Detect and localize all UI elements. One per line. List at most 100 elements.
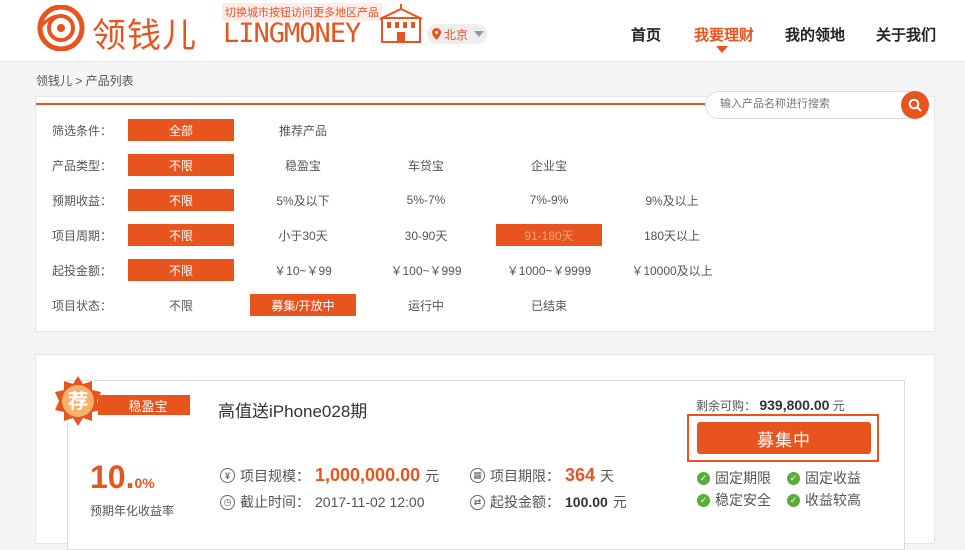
divider bbox=[36, 103, 756, 105]
feature-fixed-term: ✓ 固定期限 bbox=[697, 468, 771, 488]
city-selector[interactable]: 北京 bbox=[427, 24, 487, 44]
site-header: 领钱儿 切换城市按钮访问更多地区产品 LINGMONEY 北京 首页 我要理财 … bbox=[0, 0, 965, 62]
period-unit: 天 bbox=[600, 467, 615, 484]
filter-option[interactable]: 全部 bbox=[128, 119, 234, 141]
filter-option[interactable]: ￥100~￥999 bbox=[373, 259, 479, 281]
buy-button-frame: 募集中 bbox=[687, 414, 879, 462]
feature-stable-safe: ✓ 稳定安全 bbox=[697, 490, 771, 510]
filter-row-condition: 筛选条件： 全部 推荐产品 bbox=[36, 117, 936, 143]
badge-text: 荐 bbox=[67, 389, 88, 413]
filter-option[interactable]: 募集/开放中 bbox=[250, 294, 356, 316]
filter-row-period: 项目周期： 不限 小于30天 30-90天 91-180天 180天以上 bbox=[36, 222, 936, 248]
product-title[interactable]: 高值送iPhone028期 bbox=[218, 397, 367, 422]
scale-label: 项目规模： bbox=[240, 467, 310, 484]
product-type-tag: 稳盈宝 bbox=[98, 395, 190, 415]
filter-row-yield: 预期收益： 不限 5%及以下 5%-7% 7%-9% 9%及以上 bbox=[36, 187, 936, 213]
nav-about[interactable]: 关于我们 bbox=[876, 24, 936, 45]
filter-label: 筛选条件： bbox=[52, 124, 113, 138]
building-icon bbox=[379, 4, 423, 43]
filter-label: 项目周期： bbox=[52, 229, 113, 243]
filter-option[interactable]: 9%及以上 bbox=[619, 189, 725, 211]
min-unit: 元 bbox=[612, 494, 627, 510]
filter-option[interactable]: 7%-9% bbox=[496, 189, 602, 211]
filter-option[interactable]: 企业宝 bbox=[496, 154, 602, 176]
remaining-amount: 剩余可购： 939,800.00 元 bbox=[696, 397, 845, 414]
feature-high-return: ✓ 收益较高 bbox=[787, 490, 861, 510]
deadline: ◷ 截止时间： 2017-11-02 12:00 bbox=[220, 492, 425, 512]
filter-option[interactable]: 小于30天 bbox=[250, 224, 356, 246]
filter-option[interactable]: 不限 bbox=[128, 154, 234, 176]
period-label: 项目期限： bbox=[490, 467, 560, 484]
check-icon: ✓ bbox=[697, 471, 710, 485]
scale-value: 1,000,000.00 bbox=[315, 465, 421, 485]
filter-option[interactable]: 已结束 bbox=[496, 294, 602, 316]
feature-label: 稳定安全 bbox=[715, 492, 771, 508]
filter-option[interactable]: 不限 bbox=[128, 189, 234, 211]
project-period: ▦ 项目期限： 364 天 bbox=[470, 465, 614, 486]
filter-option[interactable]: 不限 bbox=[128, 294, 234, 316]
remaining-value: 939,800.00 bbox=[759, 397, 830, 413]
feature-fixed-return: ✓ 固定收益 bbox=[787, 468, 861, 488]
filter-option[interactable]: ￥10000及以上 bbox=[619, 259, 725, 281]
logo-icon[interactable] bbox=[36, 5, 86, 51]
feature-label: 收益较高 bbox=[805, 492, 861, 508]
active-nav-indicator bbox=[716, 46, 728, 53]
scale-unit: 元 bbox=[425, 467, 440, 484]
filter-option[interactable]: 30-90天 bbox=[373, 224, 479, 246]
filter-panel: 筛选条件： 全部 推荐产品 产品类型： 不限 稳盈宝 车贷宝 企业宝 预期收益：… bbox=[35, 91, 936, 332]
nav-my-account[interactable]: 我的领地 bbox=[785, 24, 845, 45]
breadcrumb[interactable]: 领钱儿 > 产品列表 bbox=[36, 72, 134, 89]
city-name: 北京 bbox=[444, 27, 469, 42]
buy-button[interactable]: 募集中 bbox=[697, 422, 871, 454]
product-list: 稳盈宝 荐 高值送iPhone028期 剩余可购： 939,800.00 元 募… bbox=[35, 354, 935, 550]
filter-option[interactable]: 稳盈宝 bbox=[250, 154, 356, 176]
search-icon bbox=[908, 98, 922, 112]
rate-label: 预期年化收益率 bbox=[90, 504, 175, 518]
annual-rate: 10.0% bbox=[90, 459, 155, 496]
filter-option[interactable]: 不限 bbox=[128, 259, 234, 281]
filter-label: 起投金额： bbox=[52, 264, 113, 278]
clock-icon: ◷ bbox=[220, 494, 235, 510]
filter-option[interactable]: 车贷宝 bbox=[373, 154, 479, 176]
yen-icon: ¥ bbox=[220, 468, 235, 483]
logo-text-cn[interactable]: 领钱儿 bbox=[92, 8, 197, 57]
project-scale: ¥ 项目规模： 1,000,000.00 元 bbox=[220, 465, 439, 486]
filter-row-status: 项目状态： 不限 募集/开放中 运行中 已结束 bbox=[36, 292, 936, 318]
search-box bbox=[705, 91, 928, 119]
feature-label: 固定期限 bbox=[715, 470, 771, 486]
filter-option[interactable]: 91-180天 bbox=[496, 224, 602, 246]
min-value: 100.00 bbox=[565, 494, 608, 510]
nav-home[interactable]: 首页 bbox=[631, 24, 661, 45]
filter-option[interactable]: 5%及以下 bbox=[250, 189, 356, 211]
chevron-down-icon bbox=[474, 31, 485, 37]
deadline-label: 截止时间： bbox=[240, 494, 310, 510]
filter-label: 预期收益： bbox=[52, 194, 113, 208]
filter-option[interactable]: 运行中 bbox=[373, 294, 479, 316]
period-value: 364 bbox=[565, 465, 596, 485]
filter-label: 产品类型： bbox=[52, 159, 113, 173]
rate-integer: 10. bbox=[90, 459, 135, 495]
nav-invest[interactable]: 我要理财 bbox=[694, 24, 754, 45]
check-icon: ✓ bbox=[697, 493, 710, 507]
filter-option[interactable]: 不限 bbox=[128, 224, 234, 246]
filter-option[interactable]: 180天以上 bbox=[619, 224, 725, 246]
product-card[interactable]: 稳盈宝 荐 高值送iPhone028期 剩余可购： 939,800.00 元 募… bbox=[55, 376, 905, 550]
filter-row-min-amount: 起投金额： 不限 ￥10~￥99 ￥100~￥999 ￥1000~￥9999 ￥… bbox=[36, 257, 936, 283]
min-investment: ⇄ 起投金额： 100.00 元 bbox=[470, 492, 627, 512]
rate-percent: % bbox=[142, 475, 155, 491]
feature-label: 固定收益 bbox=[805, 470, 861, 486]
search-button[interactable] bbox=[901, 91, 929, 119]
filter-option[interactable]: ￥10~￥99 bbox=[250, 259, 356, 281]
filter-row-type: 产品类型： 不限 稳盈宝 车贷宝 企业宝 bbox=[36, 152, 936, 178]
min-label: 起投金额： bbox=[490, 494, 560, 510]
search-input[interactable] bbox=[720, 98, 890, 110]
logo-text-en[interactable]: LINGMONEY bbox=[223, 18, 361, 49]
deadline-value: 2017-11-02 12:00 bbox=[315, 494, 425, 510]
filter-option[interactable]: 5%-7% bbox=[373, 189, 479, 211]
filter-label: 项目状态： bbox=[52, 299, 113, 313]
remaining-unit: 元 bbox=[832, 399, 845, 413]
filter-option[interactable]: ￥1000~￥9999 bbox=[496, 259, 602, 281]
filter-option[interactable]: 推荐产品 bbox=[250, 119, 356, 141]
location-pin-icon bbox=[432, 28, 441, 40]
check-icon: ✓ bbox=[787, 493, 800, 507]
